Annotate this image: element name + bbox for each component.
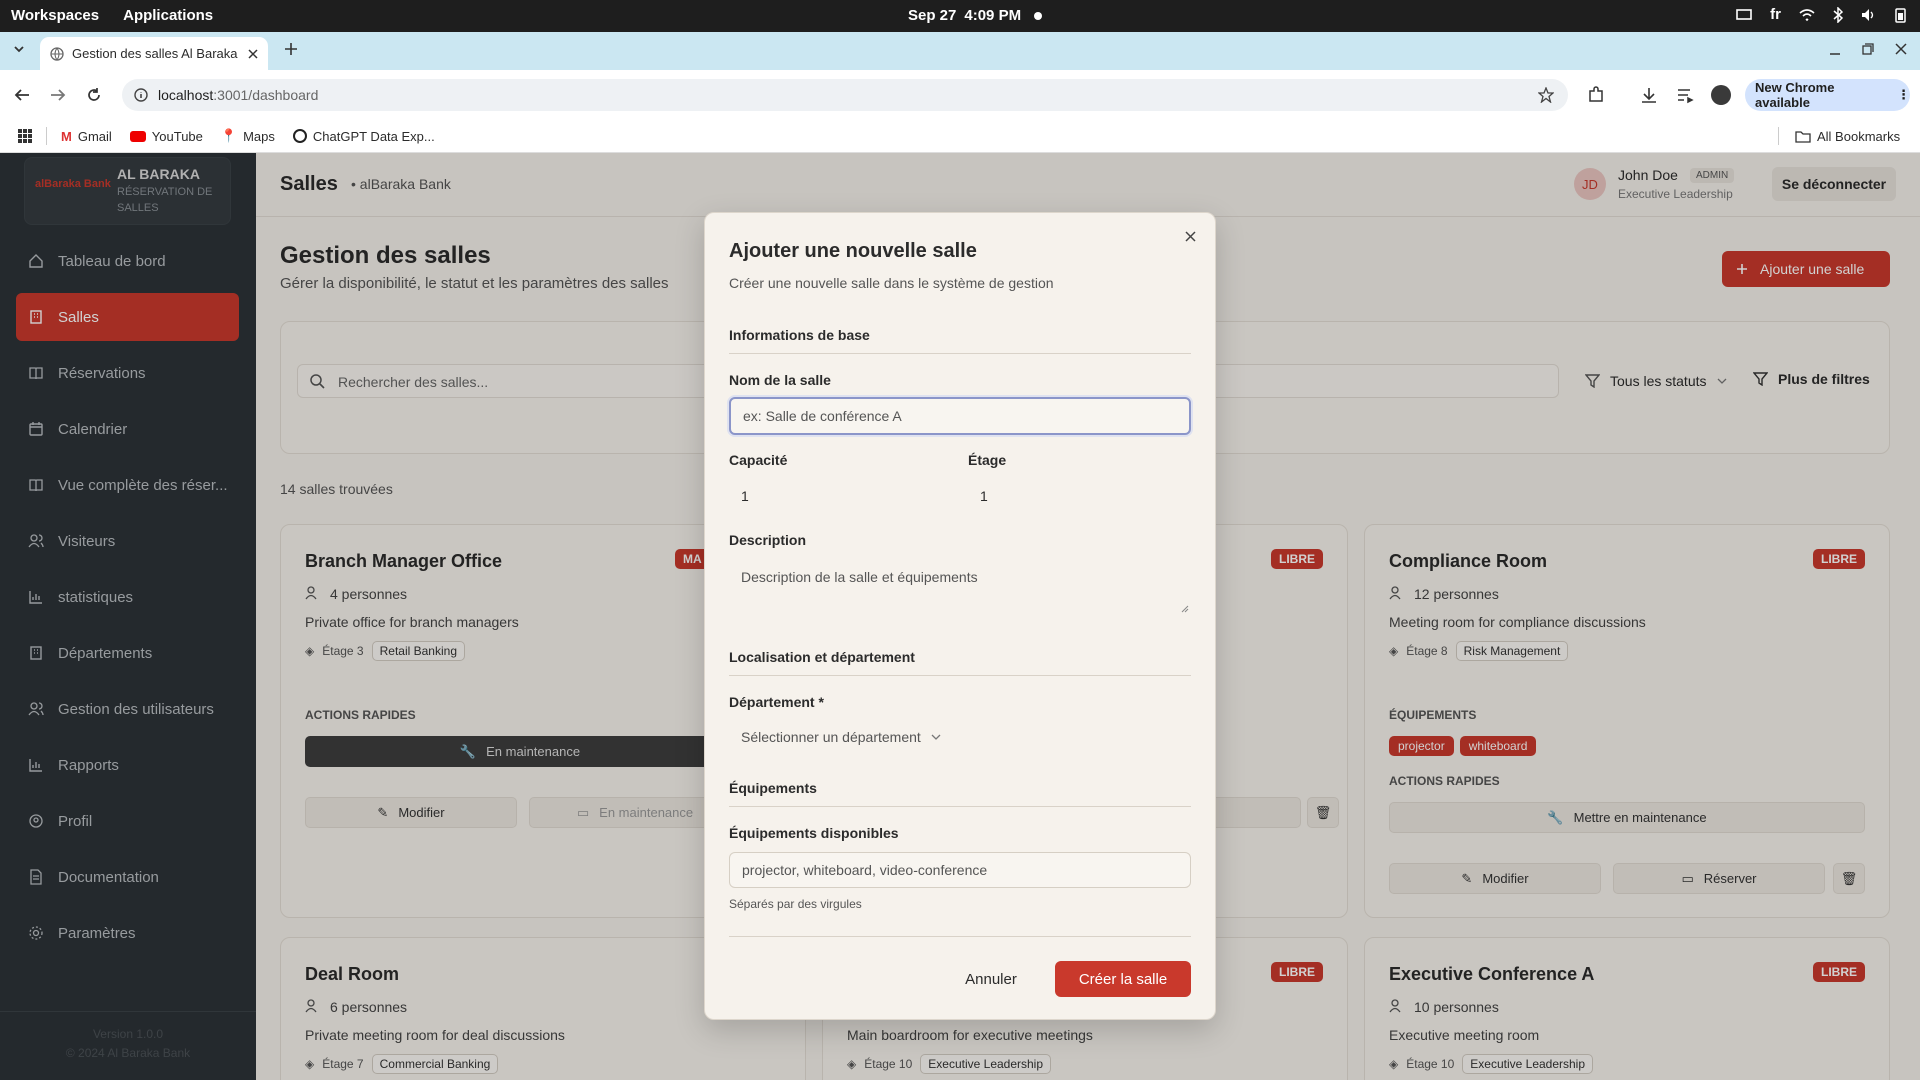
bookmark-chatgpt[interactable]: ChatGPT Data Exp... <box>292 128 435 144</box>
gmail-icon: M <box>61 128 72 144</box>
volume-icon <box>1861 8 1877 22</box>
url-path: :3001/dashboard <box>213 87 319 103</box>
os-top-bar: Workspaces Applications Sep 27 4:09 PM f… <box>0 0 1920 32</box>
download-icon[interactable] <box>1640 86 1658 104</box>
section-basic-info: Informations de base <box>729 327 1191 354</box>
name-label: Nom de la salle <box>729 372 831 388</box>
department-label: Département * <box>729 694 824 710</box>
forward-icon[interactable] <box>50 88 66 102</box>
folder-icon <box>1795 130 1811 143</box>
bookmark-label: YouTube <box>151 128 203 144</box>
battery-icon <box>1895 7 1906 23</box>
chatgpt-icon <box>292 129 307 143</box>
maps-pin-icon: 📍 <box>220 128 238 143</box>
bookmarks-bar: M Gmail YouTube 📍 Maps ChatGPT Data Exp...… <box>0 120 1920 153</box>
notification-dot <box>1034 12 1042 20</box>
modal-title: Ajouter une nouvelle salle <box>729 240 977 262</box>
create-room-button[interactable]: Créer la salle <box>1055 961 1191 997</box>
workspaces-menu[interactable]: Workspaces <box>11 7 99 24</box>
bookmark-maps[interactable]: 📍 Maps <box>221 128 275 144</box>
floor-input[interactable]: 1 <box>980 488 988 504</box>
bookmark-label: Gmail <box>77 128 112 144</box>
department-select[interactable]: Sélectionner un département <box>729 719 959 755</box>
bookmark-youtube[interactable]: YouTube <box>129 128 203 144</box>
description-placeholder: Description de la salle et équipements <box>741 569 978 585</box>
site-info-icon[interactable] <box>134 88 148 102</box>
extensions-icon[interactable] <box>1587 86 1605 104</box>
youtube-icon <box>129 130 146 142</box>
browser-tab[interactable]: Gestion des salles Al Baraka <box>40 37 268 70</box>
floor-label: Étage <box>968 452 1007 468</box>
bookmark-label: ChatGPT Data Exp... <box>312 128 435 144</box>
equipment-input[interactable] <box>729 852 1191 888</box>
divider <box>46 127 47 145</box>
footer-divider <box>729 936 1191 937</box>
minimize-icon[interactable] <box>1829 44 1841 56</box>
url-host: localhost <box>158 87 214 103</box>
tab-title: Gestion des salles Al Baraka <box>72 46 238 61</box>
resize-handle-icon[interactable] <box>1181 605 1189 613</box>
all-bookmarks[interactable]: All Bookmarks <box>1795 129 1900 144</box>
capacity-label: Capacité <box>729 452 788 468</box>
screen-icon[interactable] <box>1736 8 1752 22</box>
back-icon[interactable] <box>14 88 30 102</box>
tab-search-icon[interactable] <box>12 42 26 56</box>
apps-grid-icon[interactable] <box>18 129 32 143</box>
bookmark-star-icon[interactable] <box>1538 87 1554 103</box>
new-chrome-available-button[interactable]: New Chrome available ⋮ <box>1745 79 1910 111</box>
room-name-input[interactable] <box>729 397 1191 435</box>
time: 4:09 PM <box>964 7 1022 24</box>
close-icon[interactable] <box>1185 231 1196 242</box>
bookmark-label: Maps <box>243 128 275 144</box>
reload-icon[interactable] <box>86 87 102 103</box>
window-close-icon[interactable] <box>1895 43 1907 55</box>
bluetooth-icon <box>1833 6 1843 23</box>
add-room-modal: Ajouter une nouvelle salle Créer une nou… <box>704 212 1216 1020</box>
address-bar[interactable]: localhost:3001/dashboard <box>122 79 1568 111</box>
divider <box>1778 127 1779 145</box>
capacity-input[interactable]: 1 <box>741 488 749 504</box>
profile-avatar-icon[interactable] <box>1711 85 1731 105</box>
browser-tab-strip: Gestion des salles Al Baraka <box>0 32 1920 70</box>
date: Sep 27 <box>908 7 957 24</box>
section-location: Localisation et département <box>729 649 1191 676</box>
equipment-label: Équipements disponibles <box>729 825 899 841</box>
browser-toolbar: localhost:3001/dashboard New Chrome avai… <box>0 70 1920 120</box>
description-textarea[interactable]: Description de la salle et équipements <box>729 557 1191 615</box>
cancel-button[interactable]: Annuler <box>951 961 1031 997</box>
all-bookmarks-label: All Bookmarks <box>1817 129 1901 144</box>
maximize-icon[interactable] <box>1862 43 1874 55</box>
more-vert-icon[interactable]: ⋮ <box>1897 87 1910 103</box>
chevron-down-icon <box>931 733 941 741</box>
description-label: Description <box>729 532 807 548</box>
new-tab-icon[interactable] <box>284 42 298 56</box>
wifi-icon <box>1799 8 1815 22</box>
equipment-hint: Séparés par des virgules <box>729 897 862 911</box>
section-equipment: Équipements <box>729 780 1191 807</box>
new-chrome-label: New Chrome available <box>1755 80 1835 110</box>
language-indicator[interactable]: fr <box>1770 6 1781 23</box>
globe-icon <box>50 46 64 61</box>
modal-subtitle: Créer une nouvelle salle dans le système… <box>729 275 1054 291</box>
media-queue-icon[interactable] <box>1676 86 1694 104</box>
bookmark-gmail[interactable]: M Gmail <box>61 129 112 144</box>
clock[interactable]: Sep 27 4:09 PM <box>908 7 1021 24</box>
tab-close-icon[interactable] <box>248 48 258 59</box>
department-placeholder: Sélectionner un département <box>741 729 921 745</box>
applications-menu[interactable]: Applications <box>123 7 213 24</box>
